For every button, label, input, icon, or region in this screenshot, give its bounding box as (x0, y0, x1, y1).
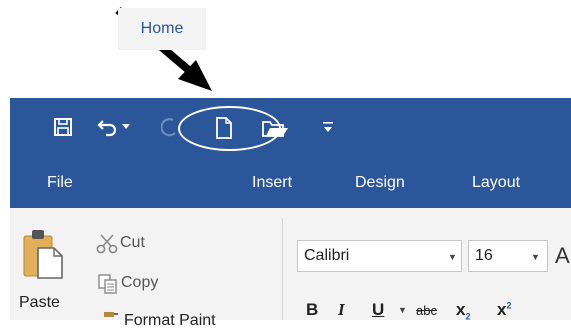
undo-icon[interactable] (96, 116, 120, 138)
paste-label: Paste (19, 294, 60, 311)
chevron-down-icon: ▼ (531, 252, 540, 262)
superscript-button[interactable]: x2 (497, 300, 511, 320)
cut-label[interactable]: Cut (120, 234, 145, 252)
group-divider (282, 218, 283, 320)
save-icon[interactable] (52, 116, 74, 138)
paste-icon (23, 230, 63, 279)
format-painter-label[interactable]: Format Paint (124, 312, 216, 330)
open-folder-icon[interactable] (260, 116, 290, 140)
font-size-value: 16 (475, 247, 493, 264)
title-bar (10, 98, 571, 158)
tab-design[interactable]: Design (355, 158, 405, 208)
undo-dropdown-icon[interactable] (121, 122, 131, 132)
underline-dropdown-icon[interactable]: ▼ (398, 305, 407, 315)
tab-file[interactable]: File (47, 158, 73, 208)
annotation-arrow (115, 6, 212, 91)
chevron-down-icon: ▼ (448, 252, 457, 262)
subscript-button[interactable]: x2 (456, 300, 470, 321)
new-document-icon[interactable] (214, 116, 234, 140)
copy-icon[interactable] (98, 274, 118, 294)
bold-button[interactable]: B (306, 300, 318, 320)
grow-font-button[interactable]: A (555, 243, 570, 269)
format-painter-icon[interactable] (102, 310, 120, 324)
font-family-value: Calibri (304, 247, 350, 264)
customize-qat-icon[interactable] (322, 120, 334, 134)
strikethrough-button[interactable]: abc (416, 303, 437, 318)
tab-home[interactable]: Home (118, 8, 206, 50)
font-size-select[interactable]: 16 ▼ (468, 240, 548, 272)
font-family-select[interactable]: Calibri ▼ (297, 240, 462, 272)
tab-layout[interactable]: Layout (472, 158, 520, 208)
cut-icon[interactable] (96, 234, 118, 254)
underline-button[interactable]: U (372, 300, 384, 320)
redo-icon (160, 116, 180, 138)
copy-label[interactable]: Copy (121, 274, 158, 292)
tab-insert[interactable]: Insert (252, 158, 292, 208)
italic-button[interactable]: I (338, 300, 345, 320)
